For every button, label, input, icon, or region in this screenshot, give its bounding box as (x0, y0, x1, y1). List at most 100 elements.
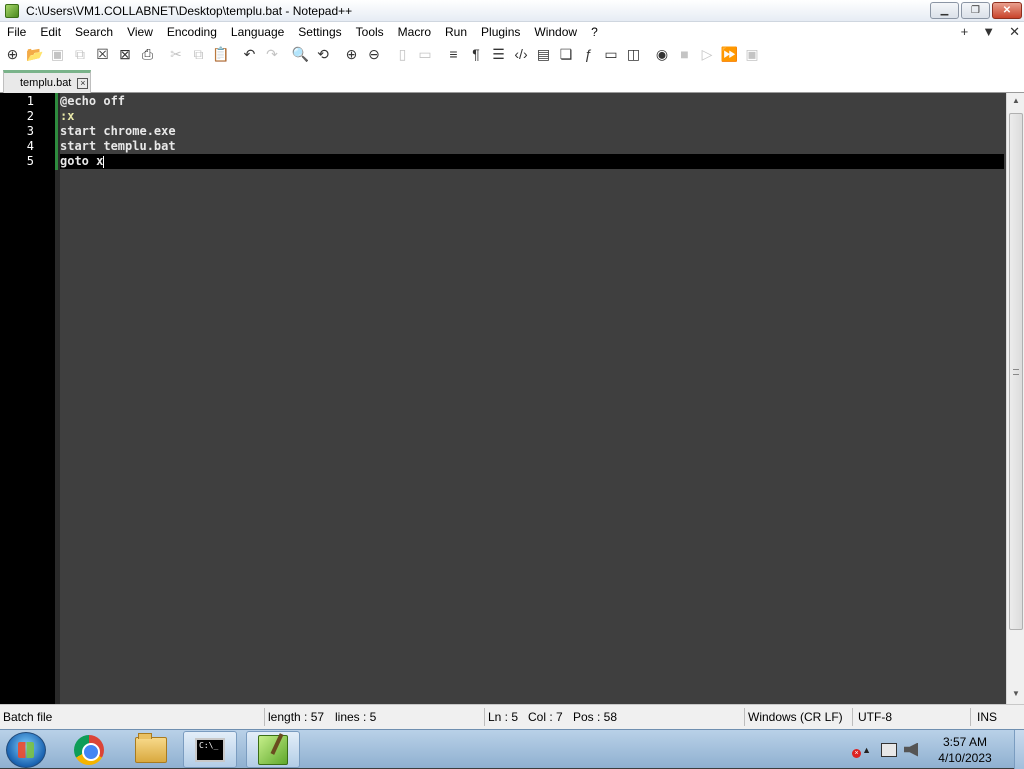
menu-bar: File Edit Search View Encoding Language … (0, 22, 1024, 42)
zoom-in-icon[interactable]: ⊕ (342, 45, 361, 64)
scroll-down-arrow-icon[interactable]: ▼ (1010, 689, 1022, 701)
taskbar-command-prompt[interactable]: C:\_ (183, 731, 237, 768)
clock-time: 3:57 AM (942, 734, 988, 749)
new-file-icon[interactable]: ⊕ (3, 45, 22, 64)
tab-label: templu.bat (20, 77, 72, 89)
start-button[interactable] (6, 732, 46, 768)
save-all-icon[interactable]: ⧉ (71, 45, 90, 64)
stop-macro-icon[interactable]: ■ (675, 45, 694, 64)
replace-icon[interactable]: ⟲ (314, 45, 333, 64)
save-macro-icon[interactable]: ▣ (743, 45, 762, 64)
copy-icon[interactable]: ⧉ (189, 45, 208, 64)
print-icon[interactable]: ⎙ (138, 45, 157, 64)
minimize-button[interactable]: ▁ (930, 2, 959, 19)
line-number: 5 (26, 154, 34, 168)
tab-close-icon[interactable]: × (77, 77, 89, 89)
menu-edit[interactable]: Edit (33, 25, 68, 39)
monitoring-icon[interactable]: ▭ (602, 45, 621, 64)
menu-run[interactable]: Run (438, 25, 474, 39)
text-caret (103, 155, 105, 168)
status-length: length : 57 (268, 710, 325, 724)
record-macro-icon[interactable]: ◉ (653, 45, 672, 64)
line-number: 1 (26, 94, 34, 108)
cut-icon[interactable]: ✂ (167, 45, 186, 64)
title-bar: C:\Users\VM1.COLLABNET\Desktop\templu.ba… (0, 0, 1024, 22)
line-number-gutter: 1 2 3 4 5 (0, 93, 55, 704)
save-icon[interactable]: ▣ (48, 45, 67, 64)
code-line[interactable]: start chrome.exe (60, 124, 1004, 139)
line-number: 2 (26, 109, 34, 123)
code-line[interactable]: start templu.bat (60, 139, 1004, 154)
notepad-plus-plus-app-icon[interactable] (5, 3, 19, 18)
status-column: Col : 7 (528, 710, 563, 724)
document-map-icon[interactable]: ▤ (534, 45, 553, 64)
menu-language[interactable]: Language (224, 25, 291, 39)
network-icon[interactable] (881, 742, 897, 757)
sync-horizontal-icon[interactable]: ▭ (416, 45, 435, 64)
menu-encoding[interactable]: Encoding (160, 25, 224, 39)
sync-vertical-icon[interactable]: ▯ (393, 45, 412, 64)
status-bar: Batch file length : 57 lines : 5 Ln : 5 … (0, 704, 1024, 729)
menu-settings[interactable]: Settings (291, 25, 348, 39)
close-window-button[interactable]: ✕ (992, 2, 1022, 19)
taskbar-notepad-plus-plus[interactable] (246, 731, 300, 768)
show-hidden-icons-icon[interactable]: ▲ (862, 745, 871, 755)
menu-view[interactable]: View (120, 25, 160, 39)
scroll-up-arrow-icon[interactable]: ▲ (1010, 96, 1022, 108)
xml-tag-icon[interactable]: ‹/› (512, 45, 531, 64)
tab-templu-bat[interactable]: templu.bat × (3, 70, 91, 93)
code-line[interactable]: :x (60, 109, 1004, 124)
muted-x-icon: × (852, 749, 862, 758)
run-macro-multiple-icon[interactable]: ⏩ (720, 45, 739, 64)
command-prompt-icon: C:\_ (195, 737, 225, 762)
close-document-icon[interactable]: ✕ (1009, 24, 1020, 40)
undo-icon[interactable]: ↶ (240, 45, 259, 64)
zoom-out-icon[interactable]: ⊖ (365, 45, 384, 64)
volume-muted-icon[interactable] (904, 742, 918, 757)
menu-file[interactable]: File (0, 25, 33, 39)
toolbar: ⊕ 📂 ▣ ⧉ ☒ ⊠ ⎙ ✂ ⧉ 📋 ↶ ↷ 🔍 ⟲ ⊕ ⊖ ▯ ▭ ≡ ¶ … (0, 42, 1024, 66)
status-encoding[interactable]: UTF-8 (855, 705, 892, 729)
status-eol-format[interactable]: Windows (CR LF) (745, 705, 843, 729)
menu-help[interactable]: ? (584, 25, 605, 39)
close-all-icon[interactable]: ⊠ (116, 45, 135, 64)
editor-area[interactable]: 1 2 3 4 5 @echo off :x start chrome.exe … (0, 93, 1024, 704)
find-icon[interactable]: 🔍 (291, 45, 310, 64)
redo-icon[interactable]: ↷ (263, 45, 282, 64)
menu-tools[interactable]: Tools (349, 25, 391, 39)
tab-bar: templu.bat × (0, 66, 1024, 93)
new-tab-icon[interactable]: + (961, 24, 969, 40)
screenshot-icon[interactable]: ◫ (624, 45, 643, 64)
show-all-characters-icon[interactable]: ¶ (467, 45, 486, 64)
system-tray: ▲ × 3:57 AM 4/10/2023 (852, 730, 1024, 769)
code-text-area[interactable]: @echo off :x start chrome.exe start temp… (60, 93, 1004, 704)
paste-icon[interactable]: 📋 (212, 45, 231, 64)
play-macro-icon[interactable]: ▷ (698, 45, 717, 64)
status-line-number: Ln : 5 (488, 710, 519, 724)
fx-icon[interactable]: ƒ (579, 45, 598, 64)
close-icon[interactable]: ☒ (93, 45, 112, 64)
indent-guide-icon[interactable]: ☰ (489, 45, 508, 64)
menu-plugins[interactable]: Plugins (474, 25, 527, 39)
clock[interactable]: 3:57 AM 4/10/2023 (930, 734, 1000, 766)
tab-list-dropdown-icon[interactable]: ▼ (982, 24, 995, 40)
window-title: C:\Users\VM1.COLLABNET\Desktop\templu.ba… (26, 3, 353, 18)
open-file-icon[interactable]: 📂 (26, 45, 45, 64)
vertical-scrollbar[interactable]: ▲ ▼ (1006, 93, 1024, 704)
clock-date: 4/10/2023 (938, 750, 992, 765)
show-desktop-button[interactable] (1014, 730, 1024, 769)
taskbar-chrome[interactable] (62, 731, 116, 768)
word-wrap-icon[interactable]: ≡ (444, 45, 463, 64)
menu-macro[interactable]: Macro (391, 25, 438, 39)
code-line[interactable]: @echo off (60, 94, 1004, 109)
function-list-icon[interactable]: ❏ (557, 45, 576, 64)
line-number: 4 (26, 139, 34, 153)
menu-window[interactable]: Window (527, 25, 584, 39)
scrollbar-thumb[interactable] (1009, 113, 1023, 630)
current-code-line[interactable]: goto x (60, 154, 1004, 169)
line-number: 3 (26, 124, 34, 138)
chrome-icon (74, 734, 104, 765)
menu-search[interactable]: Search (68, 25, 120, 39)
maximize-button[interactable]: ❐ (961, 2, 990, 19)
taskbar-file-explorer[interactable] (124, 731, 178, 768)
